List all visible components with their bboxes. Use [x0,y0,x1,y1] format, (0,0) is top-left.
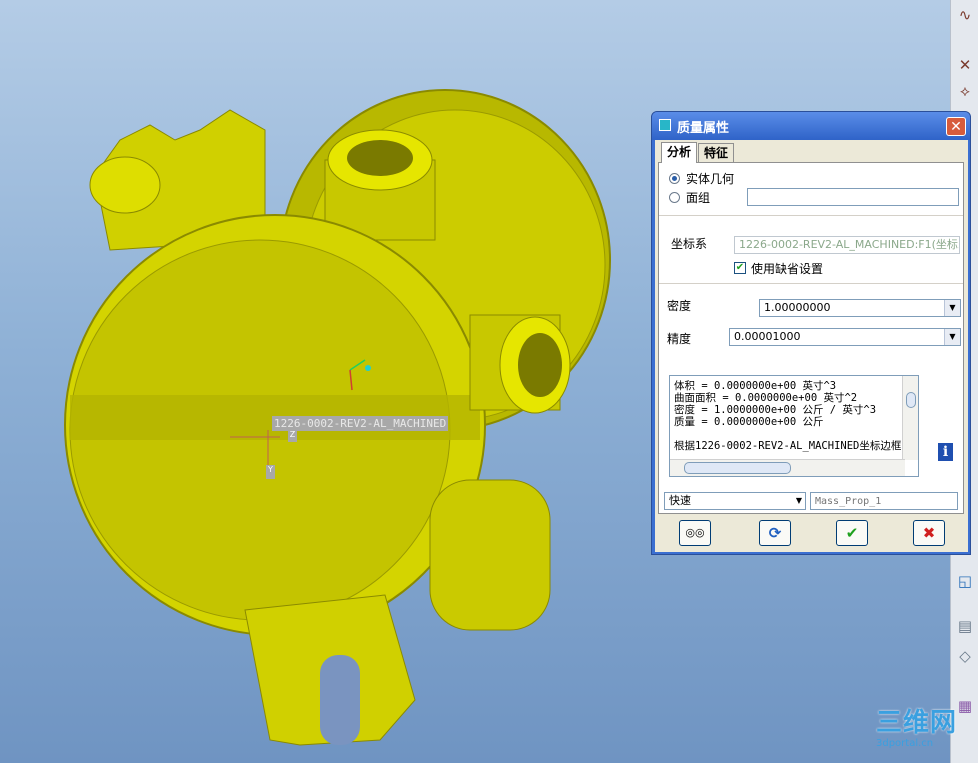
quilt-label: 面组 [686,191,711,205]
density-combo[interactable]: 1.00000000 ▼ [759,299,961,317]
result-line: 曲面面积 = 0.0000000e+00 英寸^2 [674,392,858,404]
scroll-thumb[interactable] [906,392,916,408]
watermark-big: 三维网 [876,708,958,738]
precision-combo[interactable]: 0.00001000 ▼ [729,328,961,346]
quilt-field[interactable] [747,188,959,206]
use-default-checkbox[interactable]: ✔ [734,262,746,274]
results-horizontal-scrollbar[interactable] [670,459,905,476]
preview-button[interactable]: ◎◎ [679,520,711,546]
analysis-panel: 实体几何 面组 坐标系 1226-0002-REV2-AL_MACHINED:F… [658,162,964,514]
result-line: 质量 = 0.0000000e+00 公斤 [674,416,824,428]
chevron-down-icon[interactable]: ▼ [796,493,802,509]
separator [659,215,963,216]
density-value: 1.00000000 [764,301,831,314]
density-label: 密度 [667,299,692,313]
curve-icon[interactable]: ∿ [954,4,976,26]
note-icon[interactable]: ◱ [954,570,976,592]
precision-value: 0.00001000 [734,330,801,343]
coord-system-field[interactable]: 1226-0002-REV2-AL_MACHINED:F1(坐标系 [734,236,960,254]
layers-icon[interactable]: ▤ [954,615,976,637]
mass-properties-dialog: 质量属性 ✕ 分析 特征 实体几何 面组 坐标系 1226-0002-REV2-… [651,111,971,555]
axis-icon[interactable]: ⟡ [954,80,976,102]
results-vertical-scrollbar[interactable] [902,376,918,460]
mode-combo[interactable]: 快速 ▼ [664,492,806,510]
close-button[interactable]: ✕ [946,117,966,136]
info-icon[interactable]: i [938,443,953,461]
shape-icon[interactable]: ◇ [954,645,976,667]
quilt-radio[interactable] [669,192,680,203]
cancel-button[interactable]: ✖ [913,520,945,546]
solid-geometry-label: 实体几何 [686,172,735,186]
csys-y-label: Y [266,465,275,479]
cross-points-icon[interactable]: ✕ [954,54,976,76]
scroll-thumb[interactable] [684,462,791,474]
chevron-down-icon[interactable]: ▼ [944,329,960,345]
mode-value: 快速 [669,494,691,507]
coord-system-label: 坐标系 [671,237,708,251]
lower-pipe [429,479,551,631]
result-line: 根据1226-0002-REV2-AL_MACHINED坐标边框 [674,440,902,452]
result-line: 密度 = 1.0000000e+00 公斤 / 英寸^3 [674,404,877,416]
top-port-bore [347,140,413,176]
dialog-titlebar[interactable]: 质量属性 ✕ [652,112,970,140]
tab-analysis[interactable]: 分析 [661,142,698,163]
side-port-bore [518,333,562,397]
csys-z-label: Z [288,430,297,442]
bottom-slot [320,655,360,745]
tab-feature[interactable]: 特征 [698,143,735,162]
watermark-small: 3dportal.cn [876,738,934,749]
results-textarea[interactable]: 体积 = 0.0000000e+00 英寸^3 曲面面积 = 0.0000000… [669,375,919,477]
repeat-analysis-button[interactable]: ⟳ [759,520,791,546]
chevron-down-icon[interactable]: ▼ [944,300,960,316]
result-line: 体积 = 0.0000000e+00 英寸^3 [674,380,837,392]
watermark-logo: 三维网 3dportal.cn [876,708,976,758]
ok-button[interactable]: ✔ [836,520,868,546]
separator [659,283,963,284]
left-boss [89,156,161,214]
use-default-label: 使用缺省设置 [751,262,824,276]
analysis-name-input[interactable] [810,492,958,510]
precision-label: 精度 [667,332,692,346]
csys-origin [365,365,371,371]
solid-geometry-radio[interactable] [669,173,680,184]
dialog-title: 质量属性 [677,121,730,136]
model-name-label: 1226-0002-REV2-AL_MACHINED [272,416,449,431]
dialog-body: 分析 特征 实体几何 面组 坐标系 1226-0002-REV2-AL_MACH… [655,140,968,552]
app-icon [659,119,671,131]
